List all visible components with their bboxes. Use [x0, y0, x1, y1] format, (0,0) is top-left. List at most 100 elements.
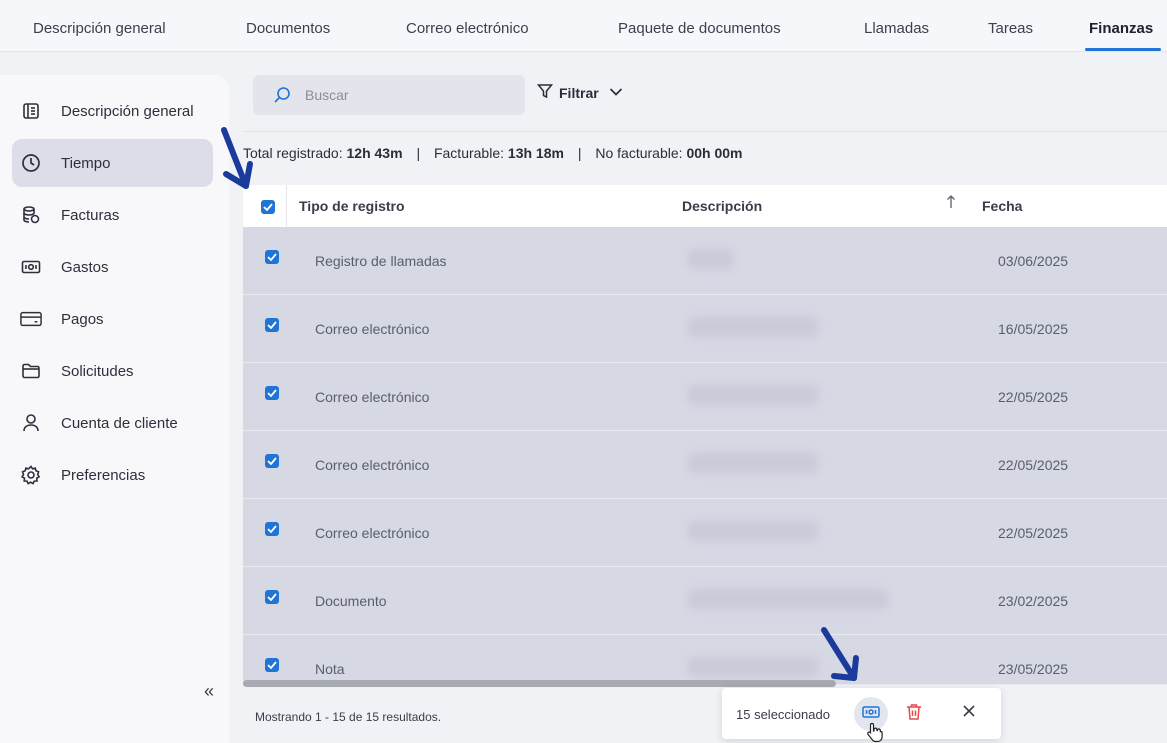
cell-type: Registro de llamadas [315, 253, 447, 269]
cell-type: Correo electrónico [315, 389, 430, 405]
trash-icon [906, 703, 922, 726]
row-checkbox[interactable] [265, 454, 279, 468]
sidebar-item-facturas[interactable]: Facturas [12, 191, 213, 239]
row-checkbox[interactable] [265, 658, 279, 672]
row-checkbox[interactable] [265, 386, 279, 400]
search-icon [273, 86, 291, 109]
sidebar-item-label: Pagos [61, 310, 104, 328]
cell-type: Documento [315, 593, 387, 609]
cell-type: Nota [315, 661, 345, 677]
table-row[interactable]: Correo electrónico 22/05/2025 [243, 363, 1167, 431]
user-icon [20, 412, 42, 434]
sidebar-item-pagos[interactable]: Pagos [12, 295, 213, 343]
sidebar: Descripción general Tiempo Facturas Gast… [0, 75, 229, 743]
filter-funnel-icon [536, 83, 554, 104]
tab-descripcion-general[interactable]: Descripción general [33, 20, 166, 37]
sidebar-item-cuenta-de-cliente[interactable]: Cuenta de cliente [12, 399, 213, 447]
expense-icon [862, 705, 880, 724]
tab-correo-electronico[interactable]: Correo electrónico [406, 20, 529, 37]
summary-separator: | [416, 145, 421, 161]
cell-type: Correo electrónico [315, 525, 430, 541]
row-checkbox[interactable] [265, 590, 279, 604]
cell-date: 03/06/2025 [998, 253, 1069, 269]
sidebar-item-label: Descripción general [61, 102, 194, 120]
time-summary: Total registrado: 12h 43m | Facturable: … [243, 145, 742, 161]
row-checkbox[interactable] [265, 318, 279, 332]
row-checkbox[interactable] [265, 522, 279, 536]
payment-card-icon [20, 308, 42, 330]
sidebar-item-label: Facturas [61, 206, 120, 224]
table-row[interactable]: Registro de llamadas 03/06/2025 [243, 227, 1167, 295]
nonbillable-label: No facturable: [595, 145, 683, 161]
sidebar-item-label: Gastos [61, 258, 109, 276]
total-value: 12h 43m [346, 145, 403, 161]
selected-count: 15 seleccionado [736, 707, 830, 722]
sidebar-item-tiempo[interactable]: Tiempo [12, 139, 213, 187]
sidebar-item-descripcion-general[interactable]: Descripción general [12, 87, 213, 135]
toolbar-divider [243, 131, 1167, 132]
column-header-fecha[interactable]: Fecha [982, 198, 1022, 214]
overview-icon [20, 100, 42, 122]
column-header-descripcion[interactable]: Descripción [682, 198, 762, 214]
cell-date: 23/05/2025 [998, 661, 1069, 677]
blurred-description [688, 589, 888, 609]
annotation-arrow-icon [216, 124, 256, 201]
expense-icon [20, 256, 42, 278]
tab-documentos[interactable]: Documentos [246, 20, 330, 37]
blurred-description [688, 657, 818, 677]
filter-label: Filtrar [559, 85, 599, 101]
table-row[interactable]: Correo electrónico 16/05/2025 [243, 295, 1167, 363]
blurred-description [688, 317, 818, 337]
billable-value: 13h 18m [507, 145, 564, 161]
select-all-checkbox[interactable] [261, 200, 275, 214]
row-checkbox[interactable] [265, 250, 279, 264]
gear-icon [20, 464, 42, 486]
collapse-sidebar-button[interactable]: « [204, 681, 214, 702]
column-header-tipo[interactable]: Tipo de registro [299, 198, 405, 214]
close-selection-button[interactable] [958, 702, 980, 724]
folder-icon [20, 360, 42, 382]
sidebar-item-solicitudes[interactable]: Solicitudes [12, 347, 213, 395]
cell-date: 22/05/2025 [998, 525, 1069, 541]
tab-llamadas[interactable]: Llamadas [864, 20, 929, 37]
search-box [253, 75, 525, 115]
tab-paquete-de-documentos[interactable]: Paquete de documentos [618, 20, 781, 37]
column-separator [286, 185, 287, 227]
summary-separator: | [577, 145, 582, 161]
sidebar-item-preferencias[interactable]: Preferencias [12, 451, 213, 499]
chevron-down-icon [609, 84, 623, 102]
sidebar-item-label: Cuenta de cliente [61, 414, 178, 432]
annotation-arrow-icon [818, 626, 864, 693]
table-row[interactable]: Correo electrónico 22/05/2025 [243, 499, 1167, 567]
billable-label: Facturable: [433, 145, 505, 161]
cell-type: Correo electrónico [315, 321, 430, 337]
horizontal-scrollbar[interactable] [243, 680, 836, 687]
sidebar-item-gastos[interactable]: Gastos [12, 243, 213, 291]
nonbillable-value: 00h 00m [686, 145, 743, 161]
bulk-action-bar: 15 seleccionado [722, 688, 1001, 739]
search-input[interactable] [305, 85, 505, 105]
filter-button[interactable]: Filtrar [536, 82, 623, 104]
active-tab-indicator [1085, 48, 1161, 51]
blurred-description [688, 385, 818, 405]
delete-button[interactable] [902, 702, 926, 726]
blurred-description [688, 521, 818, 541]
cell-date: 22/05/2025 [998, 457, 1069, 473]
top-tab-bar: Descripción general Documentos Correo el… [0, 0, 1167, 52]
table-row[interactable]: Documento 23/02/2025 [243, 567, 1167, 635]
close-icon [963, 704, 975, 722]
sidebar-item-label: Solicitudes [61, 362, 134, 380]
tab-tareas[interactable]: Tareas [988, 20, 1033, 37]
sort-arrow-up-icon[interactable] [946, 195, 956, 214]
table-row[interactable]: Nota 23/05/2025 [243, 635, 1167, 685]
results-count: Mostrando 1 - 15 de 15 resultados. [255, 710, 442, 724]
invoice-icon [20, 204, 42, 226]
blurred-description [688, 453, 818, 473]
hand-cursor-icon [866, 722, 886, 743]
total-label: Total registrado: [243, 145, 343, 161]
table-row[interactable]: Correo electrónico 22/05/2025 [243, 431, 1167, 499]
tab-finanzas[interactable]: Finanzas [1089, 20, 1153, 37]
sidebar-item-label: Preferencias [61, 466, 146, 484]
sidebar-item-label: Tiempo [61, 154, 111, 172]
cell-type: Correo electrónico [315, 457, 430, 473]
